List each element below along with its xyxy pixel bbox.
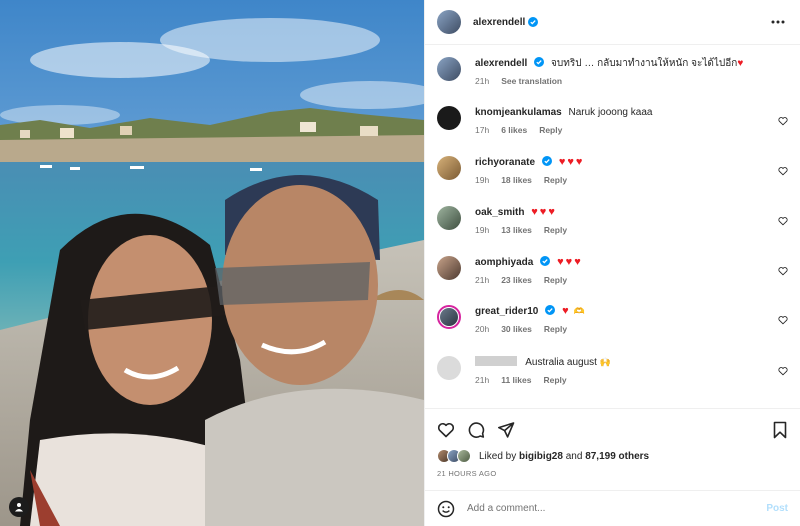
- heart-outline-icon[interactable]: [778, 116, 788, 126]
- comments-list[interactable]: alexrendell จบทริป … กลับมาทำงานให้หนัก …: [425, 46, 800, 408]
- comment-row: great_rider10 ♥ 🫶 20h 30 likes Reply: [437, 305, 788, 334]
- commenter-avatar[interactable]: [437, 256, 461, 280]
- post-panel: alexrendell alexrendell จบทริป … กลับมาท…: [424, 0, 800, 526]
- comment-time[interactable]: 21h: [475, 375, 489, 385]
- commenter-username[interactable]: aomphiyada: [475, 257, 533, 268]
- post-actions: [425, 408, 800, 450]
- liked-by-count[interactable]: 87,199 others: [585, 451, 649, 462]
- reply-button[interactable]: Reply: [544, 175, 567, 185]
- heart-outline-icon[interactable]: [778, 266, 788, 276]
- reply-button[interactable]: Reply: [544, 275, 567, 285]
- verified-badge-icon: [542, 156, 553, 166]
- commenter-username[interactable]: great_rider10: [475, 306, 538, 317]
- verified-badge-icon: [528, 17, 539, 27]
- comment-hearts: ♥♥♥: [557, 256, 583, 268]
- liker-avatar: [457, 449, 471, 463]
- reply-button[interactable]: Reply: [543, 375, 566, 385]
- comment-hearts: ♥♥♥: [531, 206, 557, 218]
- reply-button[interactable]: Reply: [544, 324, 567, 334]
- post-photo[interactable]: [0, 0, 424, 526]
- caption-avatar[interactable]: [437, 57, 461, 81]
- comment-time[interactable]: 20h: [475, 324, 489, 334]
- like-heart-icon[interactable]: [437, 421, 455, 439]
- user-icon: [15, 503, 23, 512]
- heart-outline-icon[interactable]: [778, 216, 788, 226]
- reply-button[interactable]: Reply: [544, 225, 567, 235]
- verified-badge-icon: [534, 57, 545, 67]
- add-comment-bar: Post: [425, 490, 800, 526]
- tagged-users-button[interactable]: [9, 497, 29, 517]
- commenter-avatar-story-ring[interactable]: [437, 305, 461, 329]
- comment-emoji: 🙌: [599, 357, 611, 367]
- caption-time[interactable]: 21h: [475, 76, 489, 86]
- comment-row: oak_smith ♥♥♥ 19h 13 likes Reply: [437, 206, 788, 235]
- comment-time[interactable]: 19h: [475, 175, 489, 185]
- comment-likes[interactable]: 30 likes: [501, 324, 532, 334]
- liked-by-prefix: Liked by: [479, 450, 517, 462]
- author-avatar[interactable]: [437, 10, 461, 34]
- comment-hearts: ♥: [562, 305, 571, 317]
- ellipsis-icon: [771, 20, 785, 24]
- comment-text: Australia august: [525, 357, 597, 368]
- selfie-image: [0, 0, 424, 526]
- comment-likes[interactable]: 11 likes: [501, 375, 531, 385]
- commenter-avatar[interactable]: [437, 206, 461, 230]
- share-paper-plane-icon[interactable]: [497, 421, 515, 439]
- more-options-button[interactable]: [768, 12, 788, 32]
- post-timestamp[interactable]: 21 HOURS AGO: [437, 469, 496, 478]
- reply-button[interactable]: Reply: [539, 125, 562, 135]
- commenter-avatar[interactable]: [437, 156, 461, 180]
- comment-row: richyoranate ♥♥♥ 19h 18 likes Reply: [437, 156, 788, 185]
- commenter-username[interactable]: oak_smith: [475, 207, 524, 218]
- likes-summary[interactable]: Liked by bigibig28 and 87,199 others: [437, 449, 649, 463]
- comment-time[interactable]: 19h: [475, 225, 489, 235]
- verified-badge-icon: [545, 305, 556, 315]
- comment-likes[interactable]: 13 likes: [501, 225, 532, 235]
- liker-avatars: [437, 449, 471, 463]
- comment-hearts: ♥♥♥: [558, 156, 585, 168]
- caption-text: จบทริป … กลับมาทำงานให้หนัก จะได้ไปอีก: [551, 58, 738, 69]
- commenter-username[interactable]: richyoranate: [475, 157, 535, 168]
- comment-time[interactable]: 21h: [475, 275, 489, 285]
- comment-input[interactable]: [467, 503, 767, 514]
- heart-outline-icon[interactable]: [778, 315, 788, 325]
- see-translation-link[interactable]: See translation: [501, 76, 562, 86]
- liked-by-and: and: [565, 450, 583, 462]
- heart-emoji: ♥: [737, 58, 744, 69]
- comment-emoji: 🫶: [573, 306, 585, 316]
- liked-by-user[interactable]: bigibig28: [519, 451, 563, 462]
- comment-time[interactable]: 17h: [475, 125, 489, 135]
- heart-outline-icon[interactable]: [778, 166, 788, 176]
- caption: alexrendell จบทริป … กลับมาทำงานให้หนัก …: [437, 57, 788, 86]
- commenter-avatar[interactable]: [437, 106, 461, 130]
- comment-bubble-icon[interactable]: [467, 421, 485, 439]
- caption-username[interactable]: alexrendell: [475, 58, 527, 69]
- post-header: alexrendell: [425, 0, 800, 45]
- comment-row: knomjeankulamas Naruk jooong kaaa 17h 6 …: [437, 106, 788, 135]
- author-username[interactable]: alexrendell: [473, 17, 525, 28]
- comment-row: aomphiyada ♥♥♥ 21h 23 likes Reply: [437, 256, 788, 285]
- commenter-avatar[interactable]: [437, 356, 461, 380]
- comment-likes[interactable]: 23 likes: [501, 275, 532, 285]
- redacted-username: [475, 356, 517, 366]
- commenter-username[interactable]: knomjeankulamas: [475, 107, 562, 118]
- comment-row: Australia august 🙌 21h 11 likes Reply: [437, 356, 788, 385]
- emoji-smiley-icon[interactable]: [437, 500, 455, 518]
- heart-outline-icon[interactable]: [778, 366, 788, 376]
- verified-badge-icon: [540, 256, 551, 266]
- post-comment-button[interactable]: Post: [766, 503, 788, 514]
- comment-likes[interactable]: 6 likes: [501, 125, 527, 135]
- bookmark-icon[interactable]: [772, 421, 788, 439]
- comment-likes[interactable]: 18 likes: [501, 175, 532, 185]
- comment-text: Naruk jooong kaaa: [568, 107, 653, 118]
